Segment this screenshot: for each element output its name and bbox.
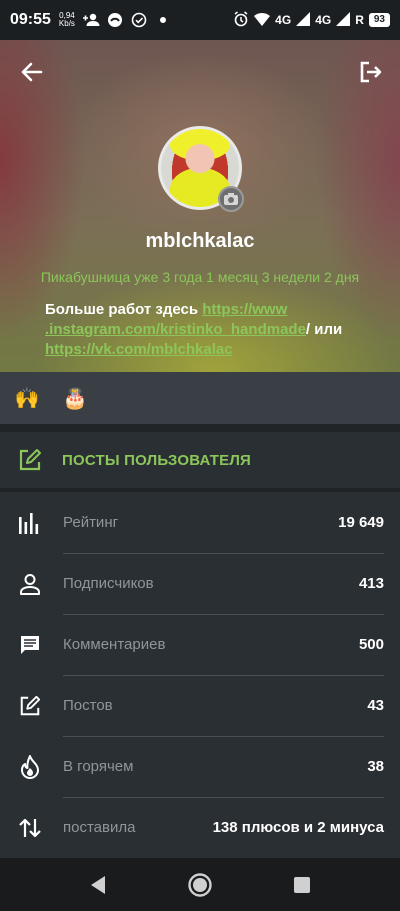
triangle-back-icon bbox=[91, 875, 105, 894]
status-bar: 09:55 0,94 Kb/s 4G 4G R 93 bbox=[0, 0, 400, 40]
stat-posts[interactable]: Постов 43 bbox=[0, 675, 400, 736]
logout-button[interactable] bbox=[356, 58, 384, 86]
stat-hot-label: В горячем bbox=[63, 758, 134, 775]
stats-list: Рейтинг 19 649 Подписчиков 413 Комментар… bbox=[0, 492, 400, 858]
network-speed-unit: Kb/s bbox=[58, 19, 75, 28]
stat-subscribers-value: 413 bbox=[358, 575, 384, 592]
stat-comments-value: 500 bbox=[358, 636, 384, 653]
stat-rating-value: 19 649 bbox=[338, 514, 384, 531]
status-right: 4G 4G R 93 bbox=[233, 10, 390, 30]
status-time: 09:55 bbox=[10, 11, 51, 28]
bio-between-text: / или bbox=[305, 321, 343, 338]
stat-hot-value: 38 bbox=[367, 758, 384, 775]
square-recents-icon bbox=[294, 876, 310, 893]
signal-icon bbox=[296, 11, 311, 29]
stat-rating: Рейтинг 19 649 bbox=[0, 492, 400, 553]
flame-icon bbox=[18, 754, 42, 779]
cake-award-icon[interactable]: 🎂 bbox=[62, 385, 88, 411]
arrow-left-icon bbox=[21, 62, 43, 82]
stat-posts-label: Постов bbox=[63, 697, 113, 714]
camera-icon bbox=[224, 193, 238, 205]
vk-link[interactable]: https://vk.com/mblchkalac bbox=[45, 341, 233, 358]
swap-vertical-icon bbox=[18, 816, 42, 840]
roaming-indicator: R bbox=[355, 13, 364, 27]
network-type-2: 4G bbox=[315, 13, 332, 27]
dot-icon bbox=[153, 10, 173, 30]
bio-text: Больше работ здесь bbox=[45, 301, 203, 318]
stat-hot[interactable]: В горячем 38 bbox=[0, 736, 400, 797]
stat-comments[interactable]: Комментариев 500 bbox=[0, 614, 400, 675]
battery-icon: 93 bbox=[368, 13, 390, 27]
nav-home-button[interactable] bbox=[187, 872, 213, 898]
profile-screen: 09:55 0,94 Kb/s 4G 4G R 93 mblchkalac Пи… bbox=[0, 0, 400, 911]
edit-icon bbox=[18, 694, 42, 718]
user-posts-button[interactable]: ПОСТЫ ПОЛЬЗОВАТЕЛЯ bbox=[0, 432, 400, 488]
stat-comments-label: Комментариев bbox=[63, 636, 166, 653]
nav-back-button[interactable] bbox=[85, 872, 111, 898]
awards-bar: 🙌 🎂 bbox=[0, 372, 400, 424]
stat-votes-label: поставила bbox=[63, 819, 136, 836]
logout-icon bbox=[360, 61, 382, 83]
hands-award-icon[interactable]: 🙌 bbox=[14, 385, 40, 411]
stat-votes-given: поставила 138 плюсов и 2 минуса bbox=[0, 797, 400, 858]
stat-rating-label: Рейтинг bbox=[63, 514, 119, 531]
profile-header: mblchkalac Пикабушница уже 3 года 1 меся… bbox=[0, 40, 400, 372]
app-notification-icon bbox=[105, 10, 125, 30]
change-avatar-button[interactable] bbox=[218, 186, 244, 212]
profile-bio: Больше работ здесь https://www .instagra… bbox=[45, 300, 375, 360]
wifi-icon bbox=[254, 12, 271, 29]
circle-home-icon bbox=[188, 872, 212, 897]
signal-icon-2 bbox=[336, 11, 351, 29]
comment-icon bbox=[18, 633, 42, 657]
user-posts-label: ПОСТЫ ПОЛЬЗОВАТЕЛЯ bbox=[62, 451, 252, 469]
account-tenure: Пикабушница уже 3 года 1 месяц 3 недели … bbox=[40, 269, 360, 285]
stat-votes-value: 138 плюсов и 2 минуса bbox=[212, 819, 384, 836]
system-navigation-bar bbox=[0, 858, 400, 911]
stat-posts-value: 43 bbox=[367, 697, 384, 714]
check-circle-icon bbox=[129, 10, 149, 30]
edit-icon bbox=[19, 449, 41, 471]
network-type-1: 4G bbox=[275, 13, 292, 27]
alarm-icon bbox=[233, 10, 249, 30]
stat-subscribers-label: Подписчиков bbox=[63, 575, 154, 592]
network-speed: 0,94 Kb/s bbox=[59, 12, 75, 28]
person-icon bbox=[18, 572, 42, 596]
username: mblchkalac bbox=[145, 230, 255, 252]
stat-subscribers[interactable]: Подписчиков 413 bbox=[0, 553, 400, 614]
back-button[interactable] bbox=[18, 58, 46, 86]
person-add-icon bbox=[81, 10, 101, 30]
rating-bars-icon bbox=[18, 511, 42, 535]
nav-recents-button[interactable] bbox=[289, 872, 315, 898]
